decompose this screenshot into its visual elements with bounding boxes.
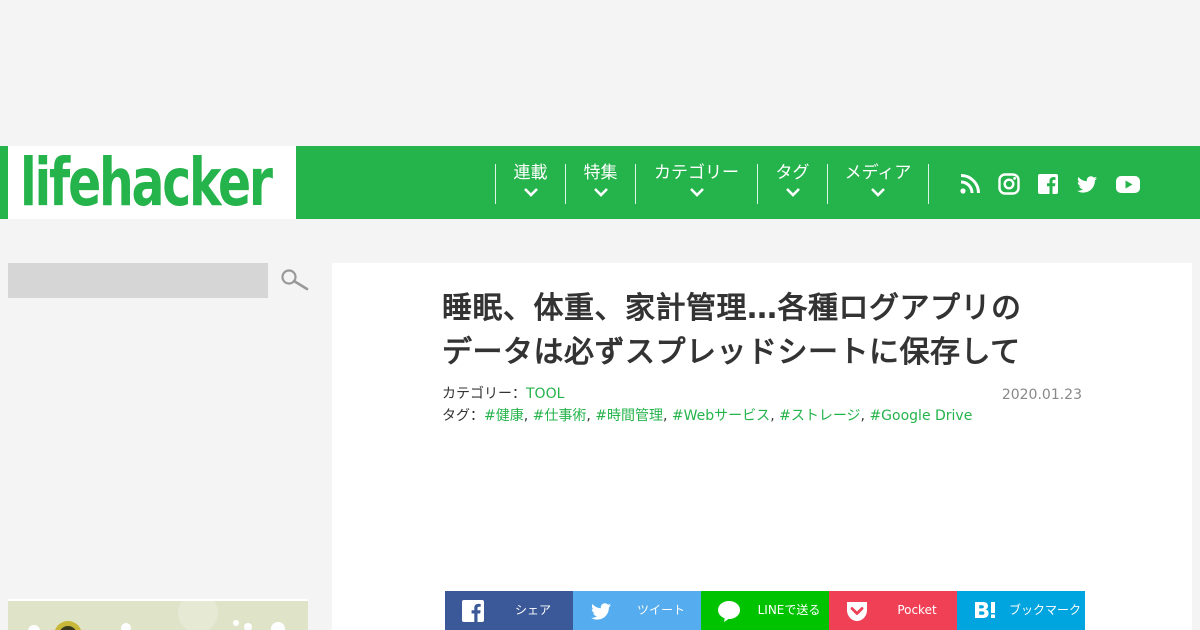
line-icon	[718, 601, 740, 622]
chevron-down-icon	[689, 188, 704, 197]
thumbnail-illustration	[8, 601, 308, 630]
nav-item-features[interactable]: 特集	[565, 163, 635, 204]
site-logo[interactable]: lifehacker	[20, 144, 273, 222]
share-label: ブックマーク	[1009, 603, 1082, 617]
facebook-icon	[462, 600, 484, 622]
logo-area[interactable]: lifehacker	[0, 144, 296, 222]
share-twitter-button[interactable]: ツイート	[573, 591, 701, 630]
chevron-down-icon	[871, 188, 885, 197]
tag-separator: ,	[586, 408, 591, 424]
tag-link[interactable]: #Google Drive	[869, 408, 972, 424]
share-line-button[interactable]: LINEで送る	[701, 591, 829, 630]
nav-item-label: カテゴリー	[654, 163, 739, 183]
tag-link[interactable]: #時間管理	[595, 408, 663, 424]
article-tags: タグ：#健康, #仕事術, #時間管理, #Webサービス, #ストレージ, #…	[442, 406, 972, 426]
tag-link[interactable]: #健康	[484, 408, 524, 424]
search-input[interactable]	[8, 263, 268, 298]
site-header: lifehacker 連載 特集 カテゴリー タグ メディア	[0, 144, 1200, 222]
share-facebook-button[interactable]: シェア	[445, 591, 573, 630]
chevron-down-icon	[785, 188, 800, 197]
article-card: 睡眠、体重、家計管理…各種ログアプリの データは必ずスプレッドシートに保存して …	[332, 263, 1192, 630]
tag-separator: ,	[770, 408, 775, 424]
youtube-icon[interactable]	[1115, 172, 1141, 196]
nav-item-label: タグ	[775, 163, 810, 183]
tag-link[interactable]: #ストレージ	[779, 408, 860, 424]
nav-item-tags[interactable]: タグ	[757, 163, 827, 204]
share-pocket-button[interactable]: Pocket	[829, 591, 957, 630]
nav-item-media[interactable]: メディア	[827, 163, 929, 204]
hatena-bookmark-icon	[975, 602, 995, 618]
nav-item-label: メディア	[844, 163, 912, 183]
tag-separator: ,	[663, 408, 668, 424]
article-title-line: 睡眠、体重、家計管理…各種ログアプリの	[442, 291, 1022, 326]
share-label: シェア	[514, 603, 551, 617]
twitter-icon[interactable]	[1075, 172, 1099, 196]
pocket-icon	[847, 602, 867, 621]
share-hatena-button[interactable]: ブックマーク	[957, 591, 1085, 630]
tag-separator: ,	[860, 408, 865, 424]
tag-separator: ,	[523, 408, 529, 424]
nav-item-label: 特集	[583, 163, 618, 183]
twitter-icon	[590, 603, 611, 620]
share-label: LINEで送る	[757, 603, 821, 617]
article-title-line: データは必ずスプレッドシートに保存して	[442, 335, 1021, 370]
share-label: ツイート	[636, 603, 685, 617]
facebook-icon[interactable]	[1036, 172, 1060, 196]
main-nav: 連載 特集 カテゴリー タグ メディア	[296, 146, 1200, 219]
search-icon[interactable]	[280, 268, 310, 294]
nav-item-series[interactable]: 連載	[495, 163, 565, 204]
chevron-down-icon	[593, 188, 608, 197]
rss-icon[interactable]	[958, 172, 982, 196]
nav-item-label: 連載	[513, 163, 548, 183]
tag-link[interactable]: #Webサービス	[672, 408, 770, 424]
tags-label: タグ：	[442, 408, 484, 424]
article-date: 2020.01.23	[1001, 387, 1082, 403]
tag-link[interactable]: #仕事術	[533, 408, 587, 424]
chevron-down-icon	[523, 188, 538, 197]
article-title[interactable]: 睡眠、体重、家計管理…各種ログアプリの データは必ずスプレッドシートに保存して	[442, 287, 1102, 375]
share-label: Pocket	[897, 603, 937, 617]
category-link[interactable]: TOOL	[526, 386, 564, 402]
sidebar-article-thumbnail[interactable]	[8, 599, 308, 630]
article-category: カテゴリー：TOOL	[442, 384, 564, 404]
logo-accent-bar	[0, 146, 8, 219]
instagram-icon[interactable]	[997, 172, 1021, 196]
category-label: カテゴリー：	[442, 386, 526, 402]
nav-item-categories[interactable]: カテゴリー	[635, 163, 757, 204]
